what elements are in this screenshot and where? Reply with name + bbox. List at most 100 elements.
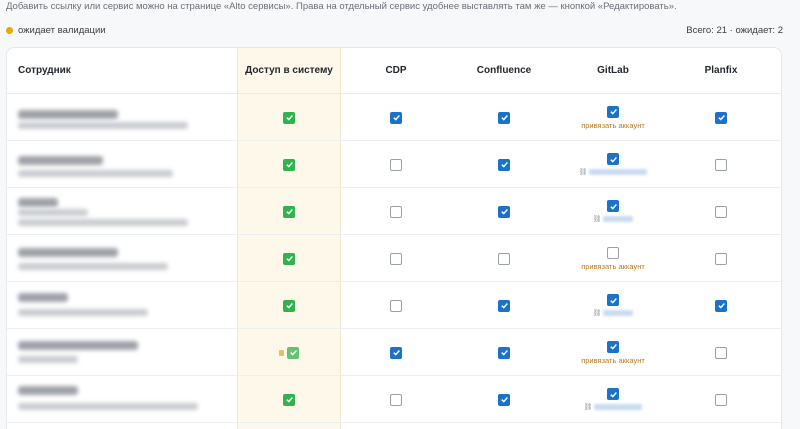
- access-table: Сотрудник Доступ в систему CDP Confluenc…: [6, 47, 782, 429]
- table-row: ⛓: [7, 188, 781, 235]
- cdp-cell: [341, 235, 451, 282]
- gitlab-checkbox[interactable]: [607, 340, 619, 353]
- cdp-checkbox[interactable]: [390, 299, 402, 312]
- cdp-checkbox[interactable]: [390, 158, 402, 171]
- gitlab-checkbox[interactable]: [607, 153, 619, 165]
- col-cdp[interactable]: CDP: [341, 48, 451, 94]
- access-cell: [237, 235, 341, 282]
- totals-text: Всего: 21 · ожидает: 2: [686, 25, 783, 36]
- confluence-checkbox[interactable]: [498, 299, 510, 312]
- table-row: ⛓: [7, 376, 781, 423]
- confluence-checkbox[interactable]: [498, 205, 510, 218]
- gitlab-cell: привязать аккаунт: [557, 94, 669, 141]
- employee-name-redacted: [18, 156, 103, 165]
- link-chain-icon: ⛓: [578, 169, 588, 176]
- confluence-cell: [451, 329, 557, 376]
- cdp-cell: [341, 141, 451, 188]
- account-name-redacted: [594, 404, 643, 410]
- access-cell: [237, 282, 341, 329]
- gitlab-checkbox[interactable]: [607, 105, 619, 118]
- access-checkbox[interactable]: [287, 346, 299, 359]
- confluence-cell: [451, 188, 557, 235]
- planfix-checkbox[interactable]: [715, 205, 727, 218]
- col-confluence[interactable]: Confluence: [451, 48, 557, 94]
- table-row: привязать аккаунт: [7, 235, 781, 282]
- access-checkbox[interactable]: [283, 111, 295, 124]
- cdp-checkbox[interactable]: [390, 252, 402, 265]
- col-access[interactable]: Доступ в систему: [237, 48, 341, 94]
- employee-name-redacted: [18, 293, 68, 302]
- access-checkbox[interactable]: [283, 299, 295, 312]
- planfix-cell: [669, 235, 773, 282]
- gitlab-checkbox[interactable]: [607, 246, 619, 259]
- planfix-checkbox[interactable]: [715, 158, 727, 171]
- col-employee[interactable]: Сотрудник: [18, 48, 71, 94]
- cdp-checkbox[interactable]: [390, 393, 402, 406]
- access-checkbox[interactable]: [283, 158, 295, 171]
- table-row: привязать аккаунт: [7, 94, 781, 141]
- legend-label: ожидает валидации: [18, 25, 106, 36]
- col-planfix[interactable]: Planfix: [669, 48, 773, 94]
- employee-subtitle-redacted: [18, 356, 78, 363]
- confluence-cell: [451, 282, 557, 329]
- access-pending: [279, 346, 299, 359]
- planfix-checkbox[interactable]: [715, 393, 727, 406]
- gitlab-checkbox[interactable]: [607, 294, 619, 306]
- gitlab-cell: привязать аккаунт: [557, 235, 669, 282]
- gitlab-cell: ⛓: [557, 376, 669, 423]
- cdp-cell: [341, 282, 451, 329]
- access-cell: [237, 94, 341, 141]
- planfix-cell: [669, 141, 773, 188]
- planfix-checkbox[interactable]: [715, 252, 727, 265]
- confluence-checkbox[interactable]: [498, 158, 510, 171]
- confluence-checkbox[interactable]: [498, 252, 510, 265]
- table-row: привязать аккаунт: [7, 329, 781, 376]
- access-cell: [237, 188, 341, 235]
- pending-dot-icon: [6, 27, 13, 34]
- planfix-checkbox[interactable]: [715, 111, 727, 124]
- linked-account[interactable]: ⛓: [584, 403, 643, 411]
- confluence-cell: [451, 94, 557, 141]
- gitlab-checkbox[interactable]: [607, 200, 619, 212]
- cdp-checkbox[interactable]: [390, 346, 402, 359]
- link-account-link[interactable]: привязать аккаунт: [581, 356, 645, 365]
- access-checkbox[interactable]: [283, 252, 295, 265]
- planfix-checkbox[interactable]: [715, 346, 727, 359]
- linked-account[interactable]: ⛓: [579, 168, 648, 176]
- linked-account[interactable]: ⛓: [593, 309, 634, 317]
- col-gitlab[interactable]: GitLab: [557, 48, 669, 94]
- employee-subtitle-redacted: [18, 309, 148, 316]
- access-checkbox[interactable]: [283, 393, 295, 406]
- gitlab-cell: привязать аккаунт: [557, 329, 669, 376]
- employee-subtitle-redacted: [18, 170, 173, 177]
- employee-subtitle-redacted: [18, 263, 168, 270]
- linked-account[interactable]: ⛓: [593, 215, 634, 223]
- link-chain-icon: ⛓: [592, 216, 602, 223]
- account-name-redacted: [589, 169, 648, 175]
- cdp-cell: [341, 329, 451, 376]
- gitlab-cell: ⛓: [557, 141, 669, 188]
- link-account-link[interactable]: привязать аккаунт: [581, 121, 645, 130]
- account-name-redacted: [603, 310, 634, 316]
- planfix-checkbox[interactable]: [715, 299, 727, 312]
- link-chain-icon: ⛓: [592, 310, 602, 317]
- table-header: Сотрудник Доступ в систему CDP Confluenc…: [7, 48, 781, 94]
- access-checkbox[interactable]: [283, 205, 295, 218]
- planfix-cell: [669, 94, 773, 141]
- account-name-redacted: [603, 216, 634, 222]
- link-account-link[interactable]: привязать аккаунт: [581, 262, 645, 271]
- planfix-cell: [669, 188, 773, 235]
- gitlab-cell: ⛓: [557, 188, 669, 235]
- cdp-cell: [341, 188, 451, 235]
- confluence-checkbox[interactable]: [498, 111, 510, 124]
- cdp-checkbox[interactable]: [390, 111, 402, 124]
- gitlab-checkbox[interactable]: [607, 388, 619, 400]
- gitlab-cell: ⛓: [557, 282, 669, 329]
- confluence-cell: [451, 376, 557, 423]
- cdp-checkbox[interactable]: [390, 205, 402, 218]
- confluence-checkbox[interactable]: [498, 346, 510, 359]
- access-cell: [237, 141, 341, 188]
- cdp-cell: [341, 94, 451, 141]
- employee-name-redacted: [18, 110, 118, 119]
- confluence-checkbox[interactable]: [498, 393, 510, 406]
